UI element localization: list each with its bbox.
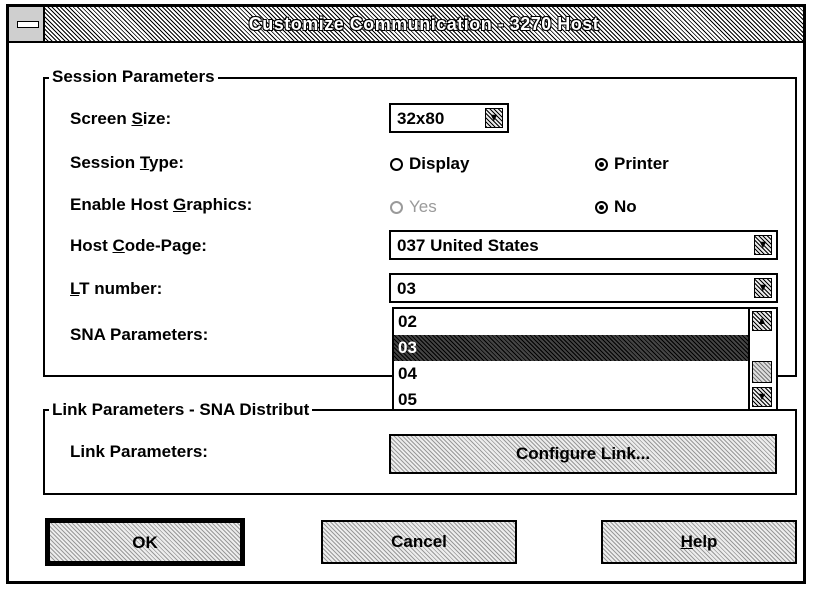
- dropdown-arrow-icon[interactable]: ▼: [754, 278, 772, 298]
- link-parameters-legend: Link Parameters - SNA Distribut: [49, 400, 313, 420]
- host-graphics-label: Enable Host Graphics:: [70, 195, 253, 214]
- dropdown-arrow-icon[interactable]: ▼: [754, 235, 772, 255]
- link-parameters-label: Link Parameters:: [70, 442, 208, 461]
- session-parameters-legend: Session Parameters: [49, 67, 218, 87]
- host-code-page-dropdown[interactable]: 037 United States ▼: [389, 230, 778, 260]
- system-menu-icon: [17, 21, 39, 28]
- session-type-printer-radio[interactable]: Printer: [595, 154, 669, 174]
- sna-parameters-label: SNA Parameters:: [70, 325, 209, 344]
- screen-size-label: Screen Size:: [70, 109, 172, 128]
- list-item[interactable]: 02: [394, 309, 748, 335]
- lt-number-value: 03: [397, 279, 416, 298]
- radio-selected-icon: [595, 200, 608, 214]
- screen-size-dropdown[interactable]: 32x80 ▼: [389, 103, 509, 133]
- radio-selected-icon: [595, 157, 608, 171]
- host-graphics-yes-radio: Yes: [390, 197, 437, 217]
- cancel-button[interactable]: Cancel: [321, 520, 517, 564]
- lt-number-label: LT number:: [70, 279, 163, 298]
- lt-number-dropdown[interactable]: 03 ▼: [389, 273, 778, 303]
- host-code-page-label: Host Code-Page:: [70, 236, 207, 255]
- screen-size-value: 32x80: [397, 109, 445, 128]
- configure-link-button[interactable]: Configure Link...: [389, 434, 777, 474]
- radio-icon: [390, 200, 403, 214]
- list-item[interactable]: 04: [394, 361, 748, 387]
- lt-number-listbox[interactable]: 02 03 04 05 ▲ ▼: [392, 307, 778, 411]
- title-bar[interactable]: Customize Communication - 3270 Host: [9, 7, 803, 43]
- list-item-selected[interactable]: 03: [394, 335, 748, 361]
- host-code-page-value: 037 United States: [397, 236, 539, 255]
- dialog-window: Customize Communication - 3270 Host Sess…: [6, 4, 806, 584]
- dropdown-arrow-icon[interactable]: ▼: [485, 108, 503, 128]
- ok-button[interactable]: OK: [45, 518, 245, 566]
- help-button[interactable]: Help: [601, 520, 797, 564]
- list-item[interactable]: 05: [394, 387, 748, 409]
- host-graphics-no-radio[interactable]: No: [595, 197, 637, 217]
- window-title: Customize Communication - 3270 Host: [248, 14, 600, 34]
- scroll-thumb[interactable]: [752, 361, 772, 383]
- radio-icon: [390, 157, 403, 171]
- down-arrow-icon[interactable]: ▼: [752, 387, 772, 407]
- system-menu-button[interactable]: [9, 7, 45, 41]
- session-type-display-radio[interactable]: Display: [390, 154, 469, 174]
- listbox-scrollbar[interactable]: ▲ ▼: [748, 309, 776, 409]
- up-arrow-icon[interactable]: ▲: [752, 311, 772, 331]
- session-type-label: Session Type:: [70, 153, 185, 172]
